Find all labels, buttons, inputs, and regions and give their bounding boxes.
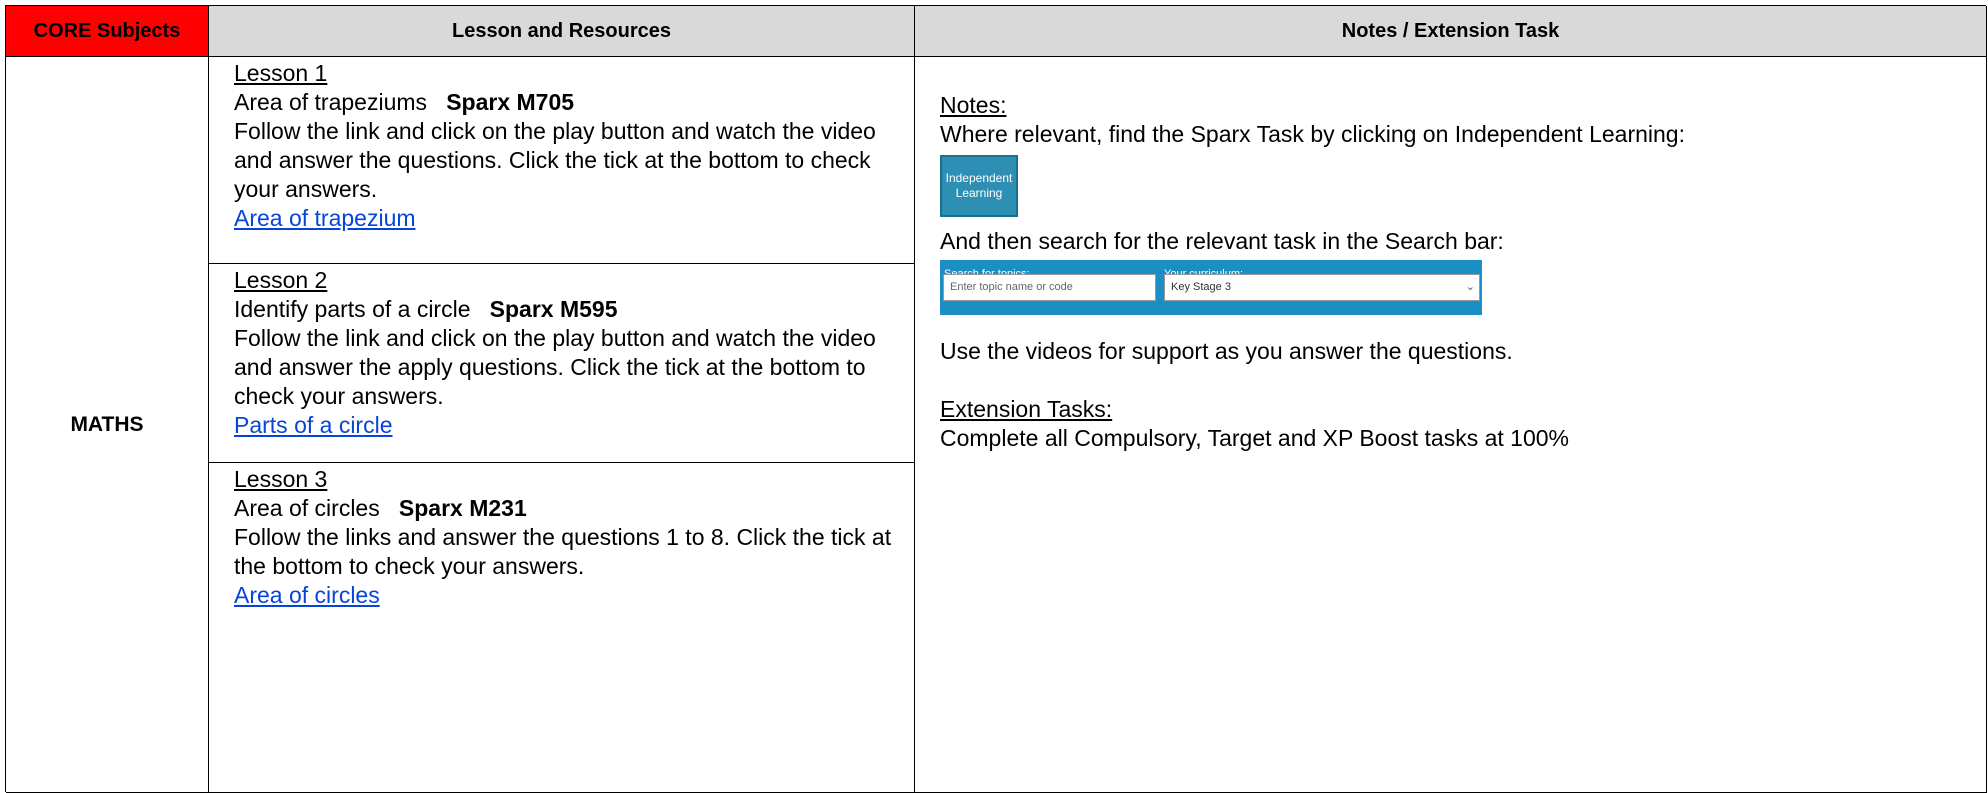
header-notes-extension: Notes / Extension Task <box>915 6 1987 57</box>
lesson-topic: Area of trapeziums <box>234 89 428 115</box>
search-topic-input: Enter topic name or code <box>943 274 1156 301</box>
lesson-table: CORE Subjects Lesson and Resources Notes… <box>5 5 1987 793</box>
lesson-link[interactable]: Parts of a circle <box>234 412 393 438</box>
extension-heading: Extension Tasks: <box>940 396 1113 422</box>
lesson-topic-line: Identify parts of a circle Sparx M595 <box>234 295 906 324</box>
independent-learning-button: Independent Learning <box>940 155 1018 217</box>
notes-text-2: And then search for the relevant task in… <box>940 228 1504 254</box>
curriculum-select: Key Stage 3 ⌄ <box>1164 274 1480 301</box>
sparx-code: Sparx M705 <box>446 89 575 115</box>
header-lesson-resources: Lesson and Resources <box>209 6 915 57</box>
lesson-instructions: Follow the link and click on the play bu… <box>234 325 876 409</box>
lesson-instructions: Follow the link and click on the play bu… <box>234 118 876 202</box>
notes-heading: Notes: <box>940 92 1007 118</box>
chevron-down-icon: ⌄ <box>1465 281 1475 293</box>
curriculum-value: Key Stage 3 <box>1171 281 1231 293</box>
sparx-code: Sparx M231 <box>398 495 527 521</box>
sparx-code: Sparx M595 <box>489 296 618 322</box>
header-core-subjects: CORE Subjects <box>6 6 209 57</box>
independent-learning-label: Independent Learning <box>945 171 1013 200</box>
lesson-title: Lesson 2 <box>234 267 328 293</box>
lesson-title: Lesson 3 <box>234 466 328 492</box>
notes-text-1: Where relevant, find the Sparx Task by c… <box>940 121 1685 147</box>
lesson-3-cell: Lesson 3 Area of circles Sparx M231 Foll… <box>209 463 915 793</box>
lesson-topic-line: Area of trapeziums Sparx M705 <box>234 88 906 117</box>
subject-cell: MATHS <box>6 57 209 793</box>
lesson-topic: Area of circles <box>234 495 380 521</box>
lesson-title: Lesson 1 <box>234 60 328 86</box>
lesson-1-cell: Lesson 1 Area of trapeziums Sparx M705 F… <box>209 57 915 264</box>
sparx-search-bar-image: Search for topics: Your curriculum: Ente… <box>940 260 1482 315</box>
lesson-topic: Identify parts of a circle <box>234 296 471 322</box>
lesson-2-cell: Lesson 2 Identify parts of a circle Spar… <box>209 264 915 463</box>
lesson-instructions: Follow the links and answer the question… <box>234 524 892 579</box>
notes-cell: Notes: Where relevant, find the Sparx Ta… <box>915 57 1987 793</box>
lesson-topic-line: Area of circles Sparx M231 <box>234 494 906 523</box>
lesson-link[interactable]: Area of trapezium <box>234 205 416 231</box>
lesson-link[interactable]: Area of circles <box>234 582 380 608</box>
extension-text: Complete all Compulsory, Target and XP B… <box>940 425 1569 451</box>
notes-text-3: Use the videos for support as you answer… <box>940 338 1513 364</box>
subject-label: MATHS <box>70 412 144 436</box>
